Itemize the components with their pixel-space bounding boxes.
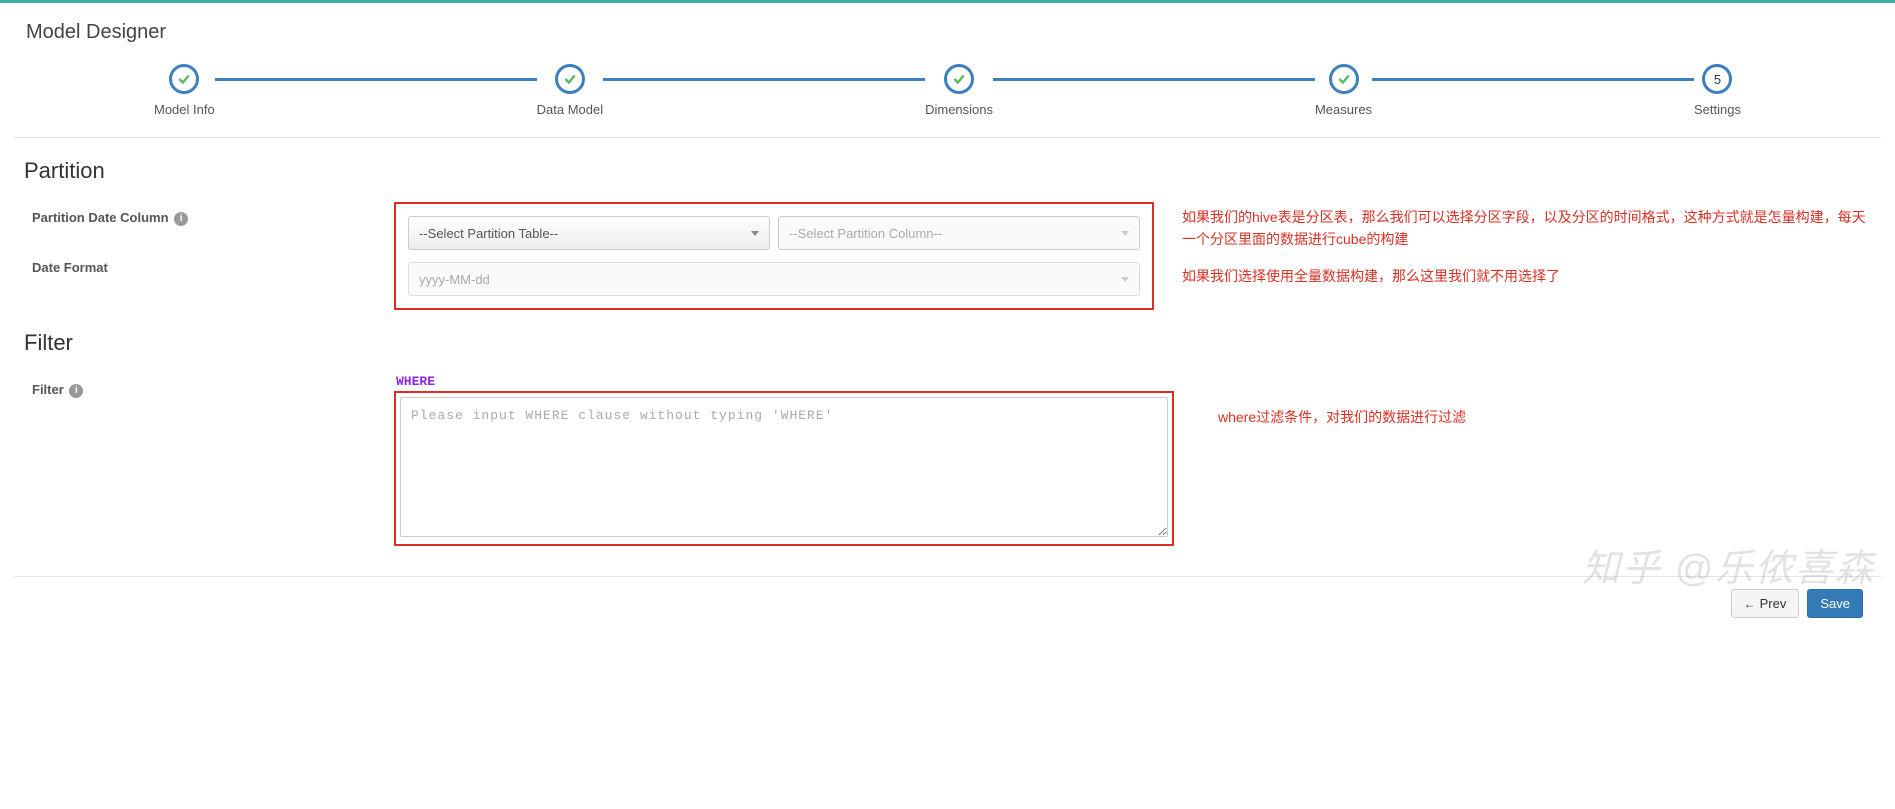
step-connector bbox=[215, 78, 537, 81]
prev-button-label: Prev bbox=[1760, 596, 1787, 611]
info-icon[interactable]: i bbox=[69, 384, 83, 398]
step-label: Data Model bbox=[537, 102, 603, 117]
partition-date-column-label: Partition Date Column i bbox=[14, 202, 394, 226]
save-button[interactable]: Save bbox=[1807, 589, 1863, 618]
partition-heading: Partition bbox=[24, 158, 1881, 184]
date-format-value: yyyy-MM-dd bbox=[419, 272, 490, 287]
step-label: Measures bbox=[1315, 102, 1372, 117]
annotation-text: 如果我们选择使用全量数据构建，那么这里我们就不用选择了 bbox=[1182, 265, 1871, 287]
step-connector bbox=[603, 78, 925, 81]
filter-annotation-wrap: where过滤条件，对我们的数据进行过滤 bbox=[1174, 374, 1881, 428]
step-label: Settings bbox=[1694, 102, 1741, 117]
save-button-label: Save bbox=[1820, 596, 1850, 611]
model-designer-container: Model Designer Model Info Data Model Dim… bbox=[0, 0, 1895, 636]
select-placeholder: --Select Partition Column-- bbox=[789, 226, 942, 241]
step-data-model[interactable]: Data Model bbox=[537, 64, 603, 117]
chevron-down-icon bbox=[1121, 231, 1129, 236]
step-measures[interactable]: Measures bbox=[1315, 64, 1372, 117]
step-circle: 5 bbox=[1702, 64, 1732, 94]
chevron-down-icon bbox=[751, 231, 759, 236]
filter-highlight-box bbox=[394, 391, 1174, 546]
step-circle bbox=[555, 64, 585, 94]
page-title: Model Designer bbox=[14, 21, 1881, 44]
partition-select-row: --Select Partition Table-- --Select Part… bbox=[408, 216, 1140, 250]
info-icon[interactable]: i bbox=[174, 212, 188, 226]
filter-annotation-text: where过滤条件，对我们的数据进行过滤 bbox=[1202, 406, 1871, 428]
partition-controls-highlight: --Select Partition Table-- --Select Part… bbox=[394, 202, 1154, 310]
prev-button[interactable]: ← Prev bbox=[1731, 589, 1800, 618]
step-label: Dimensions bbox=[925, 102, 993, 117]
arrow-left-icon: ← bbox=[1744, 597, 1756, 611]
step-number: 5 bbox=[1714, 72, 1721, 87]
partition-column-select[interactable]: --Select Partition Column-- bbox=[778, 216, 1140, 250]
filter-label: Filter i bbox=[14, 374, 394, 398]
where-keyword-label: WHERE bbox=[394, 374, 1174, 389]
step-circle bbox=[1329, 64, 1359, 94]
step-model-info[interactable]: Model Info bbox=[154, 64, 215, 117]
partition-annotation: 如果我们的hive表是分区表，那么我们可以选择分区字段，以及分区的时间格式，这种… bbox=[1154, 202, 1881, 301]
check-icon bbox=[177, 72, 191, 86]
check-icon bbox=[1337, 72, 1351, 86]
step-label: Model Info bbox=[154, 102, 215, 117]
chevron-down-icon bbox=[1121, 277, 1129, 282]
step-settings[interactable]: 5 Settings bbox=[1694, 64, 1741, 117]
filter-controls: WHERE bbox=[394, 374, 1174, 546]
step-connector bbox=[1372, 78, 1694, 81]
filter-heading: Filter bbox=[24, 330, 1881, 356]
partition-table-select[interactable]: --Select Partition Table-- bbox=[408, 216, 770, 250]
partition-labels-col: Partition Date Column i Date Format bbox=[14, 202, 394, 275]
where-clause-textarea[interactable] bbox=[400, 397, 1168, 537]
filter-form-row: Filter i WHERE where过滤条件，对我们的数据进行过滤 bbox=[14, 374, 1881, 546]
check-icon bbox=[952, 72, 966, 86]
divider bbox=[14, 137, 1881, 138]
step-circle bbox=[169, 64, 199, 94]
date-format-select[interactable]: yyyy-MM-dd bbox=[408, 262, 1140, 296]
check-icon bbox=[563, 72, 577, 86]
step-circle bbox=[944, 64, 974, 94]
partition-form-area: Partition Date Column i Date Format --Se… bbox=[14, 202, 1881, 310]
footer-bar: ← Prev Save bbox=[14, 576, 1881, 626]
wizard-stepper: Model Info Data Model Dimensions Measure… bbox=[14, 64, 1881, 117]
step-dimensions[interactable]: Dimensions bbox=[925, 64, 993, 117]
select-placeholder: --Select Partition Table-- bbox=[419, 226, 558, 241]
date-format-label: Date Format bbox=[14, 252, 394, 275]
step-connector bbox=[993, 78, 1315, 81]
annotation-text: 如果我们的hive表是分区表，那么我们可以选择分区字段，以及分区的时间格式，这种… bbox=[1182, 206, 1871, 251]
